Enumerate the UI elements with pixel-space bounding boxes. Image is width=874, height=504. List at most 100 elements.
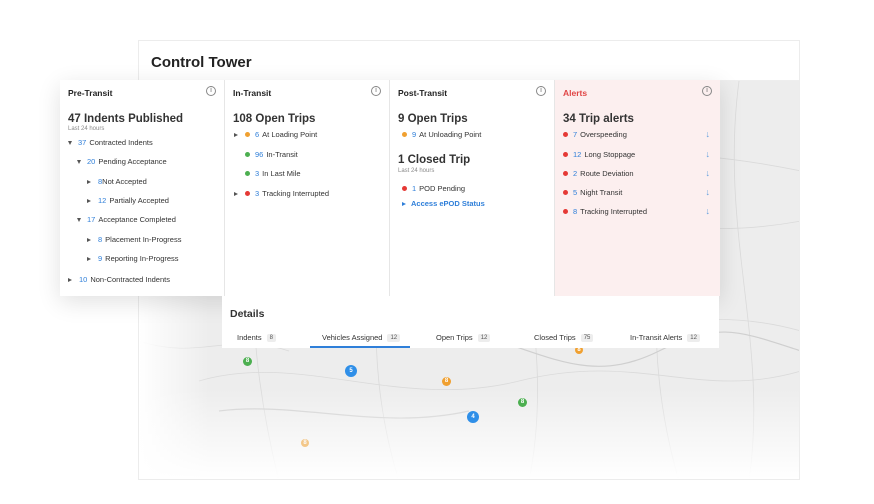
tab-indents[interactable]: Indents 8	[237, 333, 276, 342]
tab-count-badge: 12	[477, 333, 491, 342]
closed-trip-headline: 1 Closed Trip	[398, 154, 471, 166]
caret-right-icon[interactable]	[87, 198, 91, 203]
tab-open-trips[interactable]: Open Trips 12	[436, 333, 491, 342]
alert-row-overspeeding[interactable]: 7 Overspeeding	[563, 130, 627, 139]
card-title: Post-Transit	[398, 88, 448, 98]
access-epod-status-link[interactable]: Access ePOD Status	[411, 199, 485, 208]
status-dot-icon	[245, 191, 250, 196]
map-marker[interactable]: 8	[301, 439, 309, 447]
row-count: 9	[98, 254, 103, 263]
row-label: Non-Contracted Indents	[90, 275, 170, 284]
open-trips-headline: 9 Open Trips	[398, 113, 468, 125]
reporting-in-progress-row[interactable]: 9 Reporting In-Progress	[87, 254, 179, 263]
headline-period: Last 24 hours	[68, 126, 105, 132]
non-contracted-indents-row[interactable]: 10 Non-Contracted Indents	[68, 275, 170, 284]
map-marker[interactable]: 4	[467, 411, 479, 423]
download-arrow-icon[interactable]: ↓	[706, 206, 711, 216]
caret-right-icon[interactable]	[87, 179, 91, 184]
row-label: Placement In-Progress	[105, 235, 182, 244]
row-label: Pending Acceptance	[98, 157, 167, 166]
alert-row-long-stoppage[interactable]: 12 Long Stoppage	[563, 150, 635, 159]
caret-right-icon[interactable]	[87, 256, 91, 261]
row-count: 17	[87, 215, 96, 224]
row-label: Reporting In-Progress	[105, 254, 179, 263]
row-count: 20	[87, 157, 96, 166]
row-count: 3	[255, 169, 260, 178]
tab-count-badge: 12	[687, 333, 700, 342]
download-arrow-icon[interactable]: ↓	[706, 149, 711, 159]
in-transit-row[interactable]: 96 In-Transit	[245, 150, 298, 159]
row-count: 10	[79, 275, 88, 284]
download-arrow-icon[interactable]: ↓	[706, 168, 711, 178]
alert-row-route-deviation[interactable]: 2 Route Deviation	[563, 169, 634, 178]
caret-down-icon[interactable]	[77, 159, 81, 164]
in-transit-card: In-Transit i 108 Open Trips 6 At Loading…	[225, 80, 390, 296]
alert-dot-icon	[563, 209, 568, 214]
window-header: Control Tower	[139, 41, 799, 81]
contracted-indents-row[interactable]: 37 Contracted Indents	[68, 138, 153, 147]
in-last-mile-row[interactable]: 3 In Last Mile	[245, 169, 301, 178]
pre-transit-card: Pre-Transit i 47 Indents Published Last …	[60, 80, 225, 296]
partially-accepted-row[interactable]: 12 Partially Accepted	[87, 196, 169, 205]
row-count: 5	[573, 188, 578, 197]
not-accepted-row[interactable]: 8 Not Accepted	[87, 177, 147, 186]
caret-down-icon[interactable]	[77, 217, 81, 222]
details-panel: Details Indents 8 Vehicles Assigned 12 O…	[222, 296, 719, 348]
info-icon[interactable]: i	[371, 86, 381, 96]
info-icon[interactable]: i	[206, 86, 216, 96]
alert-dot-icon	[563, 152, 568, 157]
row-label: Contracted Indents	[89, 138, 153, 147]
info-icon[interactable]: i	[536, 86, 546, 96]
alert-row-night-transit[interactable]: 5 Night Transit	[563, 188, 622, 197]
caret-right-icon[interactable]	[68, 277, 72, 282]
marker-label: 8	[444, 378, 449, 384]
row-label: In-Transit	[266, 150, 298, 159]
caret-down-icon[interactable]	[68, 140, 72, 145]
info-icon[interactable]: i	[702, 86, 712, 96]
map-fade-bottom	[139, 389, 799, 479]
tab-count-badge: 8	[266, 333, 276, 342]
page-title: Control Tower	[151, 54, 252, 71]
card-title: Pre-Transit	[68, 88, 113, 98]
tab-count-badge: 12	[387, 333, 401, 342]
row-count: 96	[255, 150, 264, 159]
download-arrow-icon[interactable]: ↓	[706, 129, 711, 139]
row-label: Night Transit	[580, 188, 623, 197]
map-marker[interactable]: 8	[518, 398, 527, 407]
row-count: 2	[573, 169, 578, 178]
tab-count-badge: 75	[580, 333, 594, 342]
map-marker[interactable]: 8	[243, 357, 252, 366]
row-label: Partially Accepted	[109, 196, 169, 205]
summary-cards: Pre-Transit i 47 Indents Published Last …	[60, 80, 720, 296]
alerts-card: Alerts i 34 Trip alerts 7 Overspeeding ↓…	[555, 80, 720, 296]
pod-pending-row[interactable]: 1 POD Pending	[402, 184, 465, 193]
row-count: 12	[98, 196, 107, 205]
row-label: At Loading Point	[262, 130, 318, 139]
acceptance-completed-row[interactable]: 17 Acceptance Completed	[77, 215, 176, 224]
caret-right-icon[interactable]	[87, 237, 91, 242]
caret-right-icon[interactable]	[234, 191, 238, 196]
row-count: 8	[573, 207, 578, 216]
pending-acceptance-row[interactable]: 20 Pending Acceptance	[77, 157, 167, 166]
marker-label: 8	[520, 399, 525, 405]
row-count: 12	[573, 150, 582, 159]
alert-row-tracking-interrupted[interactable]: 8 Tracking Interrupted	[563, 207, 647, 216]
caret-right-icon[interactable]	[234, 132, 238, 137]
row-count: 37	[78, 138, 87, 147]
at-unloading-point-row[interactable]: 9 At Unloading Point	[402, 130, 481, 139]
tab-in-transit-alerts[interactable]: In-Transit Alerts 12	[630, 333, 700, 342]
tracking-interrupted-row[interactable]: 3 Tracking Interrupted	[234, 189, 329, 198]
marker-label: 8	[303, 440, 307, 446]
status-dot-icon	[245, 132, 250, 137]
download-arrow-icon[interactable]: ↓	[706, 187, 711, 197]
at-loading-point-row[interactable]: 6 At Loading Point	[234, 130, 317, 139]
access-epod-link[interactable]: Access ePOD Status	[402, 199, 485, 208]
tab-closed-trips[interactable]: Closed Trips 75	[534, 333, 594, 342]
map-marker[interactable]: 5	[345, 365, 357, 377]
row-label: POD Pending	[419, 184, 466, 193]
map-marker[interactable]: 8	[442, 377, 451, 386]
placement-in-progress-row[interactable]: 8 Placement In-Progress	[87, 235, 181, 244]
caret-right-icon	[402, 201, 406, 206]
tab-label: Closed Trips	[534, 333, 576, 342]
tab-vehicles-assigned[interactable]: Vehicles Assigned 12	[322, 333, 401, 342]
